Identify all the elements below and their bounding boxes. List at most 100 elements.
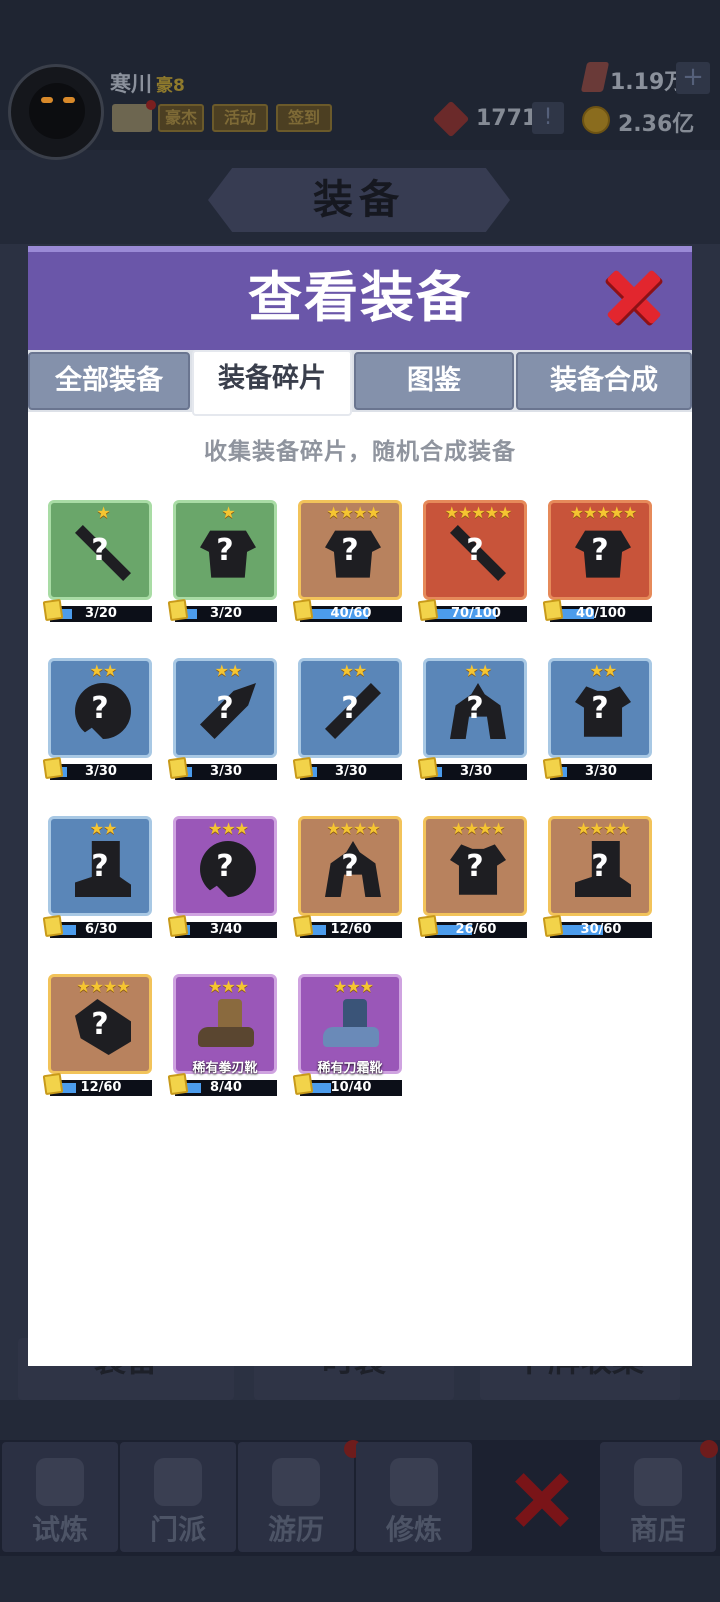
nav-label: 门派 [149, 1513, 206, 1546]
fragment-item[interactable]: ★★ ? 3/30 [42, 658, 152, 782]
unknown-mark: ? [341, 849, 359, 884]
hero-button[interactable]: 豪杰 [158, 104, 204, 132]
progress-text: 3/30 [85, 764, 117, 779]
fragment-card: ★★★ 稀有刀霜靴 [298, 974, 402, 1076]
star-rating: ★★★ [332, 977, 374, 996]
avatar[interactable] [8, 64, 104, 160]
progress-text: 3/40 [210, 922, 242, 937]
fragment-item[interactable]: ★★★★ ? 40/60 [292, 500, 402, 624]
notification-dot [146, 100, 156, 110]
fragment-item[interactable]: ★★★★ ? 12/60 [292, 816, 402, 940]
progress-bar: 12/60 [300, 922, 402, 938]
add-gem-button[interactable]: + [676, 62, 710, 94]
progress-bar: 30/60 [550, 922, 652, 938]
nav-shop[interactable]: 商店 [600, 1442, 716, 1552]
fragment-item[interactable]: ★★★★★ ? 40/100 [542, 500, 652, 624]
fragment-card: ★★★ 稀有拳刃靴 [173, 974, 277, 1076]
alert-button[interactable]: ! [532, 102, 564, 134]
fragment-card: ★★ ? [48, 658, 152, 758]
fragment-item[interactable]: ★★ ? 6/30 [42, 816, 152, 940]
fragment-item[interactable]: ★ ? 3/20 [167, 500, 277, 624]
tab-codex[interactable]: 图鉴 [354, 352, 514, 410]
fragment-item[interactable]: ★★★★ ? 30/60 [542, 816, 652, 940]
fragment-icon [167, 598, 189, 622]
progress-bar: 3/30 [300, 764, 402, 780]
username: 寒川 豪8 [110, 68, 185, 98]
progress-text: 3/20 [85, 606, 117, 621]
star-rating: ★★ [339, 661, 368, 680]
unknown-mark: ? [341, 691, 359, 726]
progress-text: 40/100 [576, 606, 626, 621]
fragment-item[interactable]: ★ ? 3/20 [42, 500, 152, 624]
banner-title: 装备 [313, 177, 405, 223]
close-icon[interactable] [604, 266, 664, 326]
fragment-card: ★★★★★ ? [423, 500, 527, 600]
fragment-item[interactable]: ★★★★ ? 26/60 [417, 816, 527, 940]
unknown-mark: ? [216, 691, 234, 726]
nav-sect[interactable]: 门派 [120, 1442, 236, 1552]
tab-equipment-fragments[interactable]: 装备碎片 [192, 350, 352, 416]
vip-level: 豪8 [156, 76, 185, 96]
fragment-card: ★★★★ ? [298, 816, 402, 916]
view-equipment-modal: 查看装备 全部装备 装备碎片 图鉴 装备合成 收集装备碎片，随机合成装备 ★ ?… [28, 246, 692, 1366]
nav-cultivate[interactable]: 修炼 [356, 1442, 472, 1552]
fragment-icon [542, 598, 564, 622]
fragment-icon [292, 756, 314, 780]
fragment-item[interactable]: ★★★★ ? 12/60 [42, 974, 152, 1098]
progress-bar: 12/60 [50, 1080, 152, 1096]
fragment-icon [167, 914, 189, 938]
star-rating: ★★★★★ [444, 503, 513, 522]
progress-bar: 3/30 [50, 764, 152, 780]
unknown-mark: ? [216, 533, 234, 568]
fragment-icon [417, 756, 439, 780]
progress-bar: 3/30 [425, 764, 527, 780]
mail-icon[interactable] [112, 104, 152, 132]
progress-bar: 3/20 [175, 606, 277, 622]
fragment-item[interactable]: ★★★ ? 3/40 [167, 816, 277, 940]
star-rating: ★★ [464, 661, 493, 680]
fragment-icon [542, 914, 564, 938]
fragment-item[interactable]: ★★★ 稀有拳刃靴 8/40 [167, 974, 277, 1098]
progress-bar: 26/60 [425, 922, 527, 938]
progress-bar: 40/100 [550, 606, 652, 622]
fragment-card: ★★★★ ? [48, 974, 152, 1074]
fragment-item[interactable]: ★★ ? 3/30 [167, 658, 277, 782]
fragment-item[interactable]: ★★★★★ ? 70/100 [417, 500, 527, 624]
star-rating: ★★★ [207, 977, 249, 996]
fragment-icon [42, 914, 64, 938]
progress-text: 12/60 [80, 1080, 122, 1095]
coin-value: 2.36亿 [618, 112, 695, 137]
star-rating: ★★ [589, 661, 618, 680]
progress-bar: 3/30 [550, 764, 652, 780]
avatar-eye [63, 97, 75, 103]
item-name: 稀有拳刃靴 [192, 1061, 258, 1076]
star-rating: ★★★★ [76, 977, 130, 996]
tab-equipment-synthesis[interactable]: 装备合成 [516, 352, 692, 410]
fragment-icon [167, 1072, 189, 1096]
activity-button[interactable]: 活动 [212, 104, 268, 132]
star-rating: ★★★★ [451, 819, 505, 838]
star-rating: ★★★★ [326, 503, 380, 522]
unknown-mark: ? [91, 849, 109, 884]
nav-trial[interactable]: 试炼 [2, 1442, 118, 1552]
star-rating: ★★★ [207, 819, 249, 838]
fragment-card: ★★ ? [548, 658, 652, 758]
tab-all-equipment[interactable]: 全部装备 [28, 352, 190, 410]
fragment-item[interactable]: ★★ ? 3/30 [417, 658, 527, 782]
close-icon[interactable] [514, 1470, 570, 1530]
fragment-item[interactable]: ★★★ 稀有刀霜靴 10/40 [292, 974, 402, 1098]
progress-text: 3/30 [460, 764, 492, 779]
progress-text: 3/30 [335, 764, 367, 779]
fragment-item[interactable]: ★★ ? 3/30 [292, 658, 402, 782]
ninja-icon [36, 1458, 84, 1506]
mountain-icon [272, 1458, 320, 1506]
progress-text: 3/30 [585, 764, 617, 779]
checkin-button[interactable]: 签到 [276, 104, 332, 132]
fragment-card: ★★ ? [173, 658, 277, 758]
nav-travel[interactable]: 游历 [238, 1442, 354, 1552]
unknown-mark: ? [591, 849, 609, 884]
fragment-icon [42, 598, 64, 622]
gem-value: 1.19万 [610, 70, 687, 95]
fragment-card: ★★ ? [298, 658, 402, 758]
fragment-item[interactable]: ★★ ? 3/30 [542, 658, 652, 782]
